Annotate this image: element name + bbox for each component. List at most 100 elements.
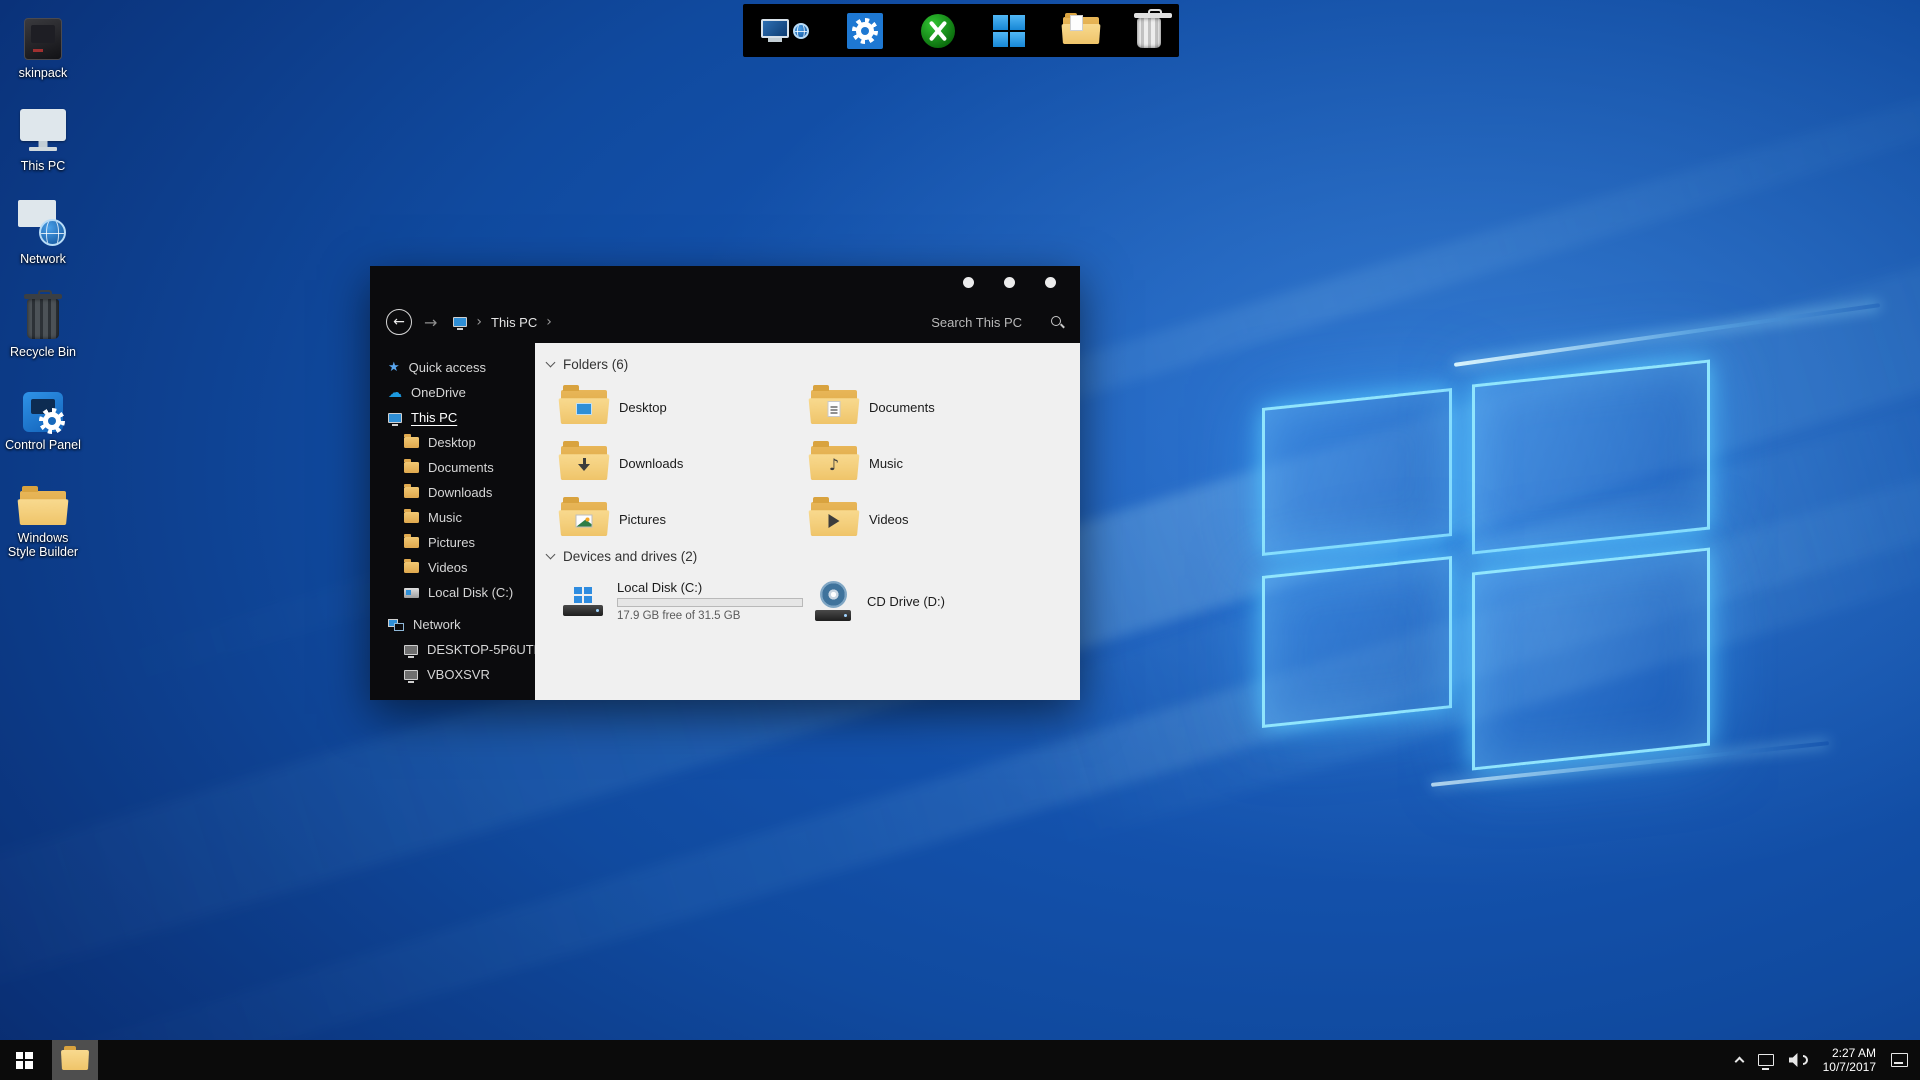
sidebar-item-network[interactable]: Network xyxy=(370,612,535,637)
local-disk-icon xyxy=(561,587,605,616)
breadcrumb-this-pc[interactable]: This PC xyxy=(491,315,537,330)
dock-item-recycle-bin[interactable] xyxy=(1137,8,1161,54)
window-close-button[interactable] xyxy=(1045,277,1056,288)
network-icon xyxy=(18,198,68,246)
desktop-icon-label: Recycle Bin xyxy=(10,345,76,359)
gear-icon xyxy=(847,13,883,49)
desktop: skinpack This PC Network Recycle Bin Con… xyxy=(0,0,1920,1080)
desktop-icon-label: Windows Style Builder xyxy=(4,531,82,559)
sidebar-item-label: Documents xyxy=(428,460,494,475)
taskbar-file-explorer-button[interactable] xyxy=(52,1040,98,1080)
desktop-icon-column: skinpack This PC Network Recycle Bin Con… xyxy=(2,6,84,578)
sidebar-item-label: Videos xyxy=(428,560,468,575)
sidebar-item-local-disk[interactable]: Local Disk (C:) xyxy=(370,580,535,605)
windows-logo-pane xyxy=(1472,359,1710,554)
explorer-sidebar: ★ Quick access ☁ OneDrive This PC Deskto… xyxy=(370,343,535,700)
sidebar-item-downloads[interactable]: Downloads xyxy=(370,480,535,505)
sidebar-item-videos[interactable]: Videos xyxy=(370,555,535,580)
trash-icon xyxy=(1137,18,1161,48)
star-icon: ★ xyxy=(388,361,400,374)
start-button[interactable] xyxy=(0,1040,48,1080)
skinpack-icon xyxy=(24,12,62,60)
drive-tile-local-disk[interactable]: Local Disk (C:) 17.9 GB free of 31.5 GB xyxy=(561,575,811,627)
action-center-button[interactable] xyxy=(1891,1053,1908,1067)
folder-icon xyxy=(561,446,607,480)
breadcrumb-separator-icon: › xyxy=(546,314,552,330)
desktop-icon-label: Network xyxy=(20,252,66,266)
folder-tile-videos[interactable]: Videos xyxy=(811,497,1061,541)
search-input[interactable]: Search This PC xyxy=(931,315,1064,330)
folder-tile-music[interactable]: ♪ Music xyxy=(811,441,1061,485)
windows-style-builder-icon xyxy=(20,477,66,525)
taskbar-clock[interactable]: 2:27 AM 10/7/2017 xyxy=(1823,1046,1876,1074)
desktop-icon-network[interactable]: Network xyxy=(2,192,84,272)
cloud-icon: ☁ xyxy=(388,386,402,400)
section-title: Folders (6) xyxy=(563,357,628,372)
dock-item-file-manager[interactable] xyxy=(1063,8,1099,54)
window-minimize-button[interactable] xyxy=(963,277,974,288)
sidebar-item-vboxsvr[interactable]: VBOXSVR xyxy=(370,662,535,687)
this-pc-icon xyxy=(388,413,402,423)
sidebar-item-label: Music xyxy=(428,510,462,525)
desktop-icon-recycle-bin[interactable]: Recycle Bin xyxy=(2,285,84,365)
disk-usage-bar xyxy=(617,598,803,607)
desktop-icon-label: skinpack xyxy=(19,66,68,80)
navigation-bar: ← → › This PC › Search This PC xyxy=(370,307,1080,337)
back-button[interactable]: ← xyxy=(386,309,412,335)
network-tray-icon[interactable] xyxy=(1758,1054,1774,1066)
drive-tile-cd[interactable]: CD Drive (D:) xyxy=(811,575,1061,627)
devices-section-header[interactable]: Devices and drives (2) xyxy=(547,547,1066,565)
sidebar-item-label: Quick access xyxy=(409,360,486,375)
folders-section-header[interactable]: Folders (6) xyxy=(547,355,1066,373)
search-icon xyxy=(1050,315,1064,329)
disk-free-text: 17.9 GB free of 31.5 GB xyxy=(617,610,803,622)
file-explorer-window: ← → › This PC › Search This PC ★ xyxy=(370,266,1080,700)
folder-icon xyxy=(62,1050,88,1070)
desktop-icon-skinpack[interactable]: skinpack xyxy=(2,6,84,86)
dock-item-settings[interactable] xyxy=(847,8,883,54)
dock-item-windows[interactable] xyxy=(993,8,1025,54)
sidebar-item-label: Pictures xyxy=(428,535,475,550)
sidebar-item-label: Desktop xyxy=(428,435,476,450)
desktop-icon-windows-style-builder[interactable]: Windows Style Builder xyxy=(2,471,84,565)
sidebar-item-quick-access[interactable]: ★ Quick access xyxy=(370,355,535,380)
sidebar-item-desktop-5p6utm4[interactable]: DESKTOP-5P6UTM4 xyxy=(370,637,535,662)
desktop-icon-this-pc[interactable]: This PC xyxy=(2,99,84,179)
cd-drive-icon xyxy=(811,581,855,621)
windows-flag-icon xyxy=(993,15,1025,47)
volume-tray-icon[interactable] xyxy=(1789,1053,1808,1067)
clock-date: 10/7/2017 xyxy=(1823,1060,1876,1074)
dock-item-network[interactable] xyxy=(761,8,809,54)
window-maximize-button[interactable] xyxy=(1004,277,1015,288)
folder-tile-documents[interactable]: Documents xyxy=(811,385,1061,429)
sidebar-item-pictures[interactable]: Pictures xyxy=(370,530,535,555)
sidebar-item-documents[interactable]: Documents xyxy=(370,455,535,480)
folder-icon xyxy=(404,487,419,498)
sidebar-item-this-pc[interactable]: This PC xyxy=(370,405,535,430)
desktop-icon-control-panel[interactable]: Control Panel xyxy=(2,378,84,458)
folder-tile-downloads[interactable]: Downloads xyxy=(561,441,811,485)
sidebar-item-onedrive[interactable]: ☁ OneDrive xyxy=(370,380,535,405)
windows-logo-pane xyxy=(1262,556,1452,728)
folder-icon xyxy=(1063,17,1099,44)
windows-flag-icon xyxy=(16,1052,33,1069)
folder-icon xyxy=(561,502,607,536)
section-title: Devices and drives (2) xyxy=(563,549,697,564)
folder-icon: ♪ xyxy=(811,446,857,480)
dock xyxy=(743,4,1179,57)
folder-icon xyxy=(811,502,857,536)
show-hidden-icons-button[interactable] xyxy=(1734,1057,1744,1067)
sidebar-item-label: This PC xyxy=(411,410,457,425)
sidebar-item-label: Local Disk (C:) xyxy=(428,585,513,600)
folder-tile-label: Music xyxy=(869,456,903,471)
music-note-icon: ♪ xyxy=(829,457,839,473)
sidebar-item-desktop[interactable]: Desktop xyxy=(370,430,535,455)
folder-tile-desktop[interactable]: Desktop xyxy=(561,385,811,429)
folders-grid: Desktop Documents Downloads ♪ Music xyxy=(561,385,1066,541)
forward-button[interactable]: → xyxy=(424,313,437,332)
folder-tile-pictures[interactable]: Pictures xyxy=(561,497,811,541)
window-titlebar: ← → › This PC › Search This PC xyxy=(370,266,1080,343)
dock-item-xbox[interactable] xyxy=(921,8,955,54)
computer-icon xyxy=(404,670,418,680)
sidebar-item-music[interactable]: Music xyxy=(370,505,535,530)
